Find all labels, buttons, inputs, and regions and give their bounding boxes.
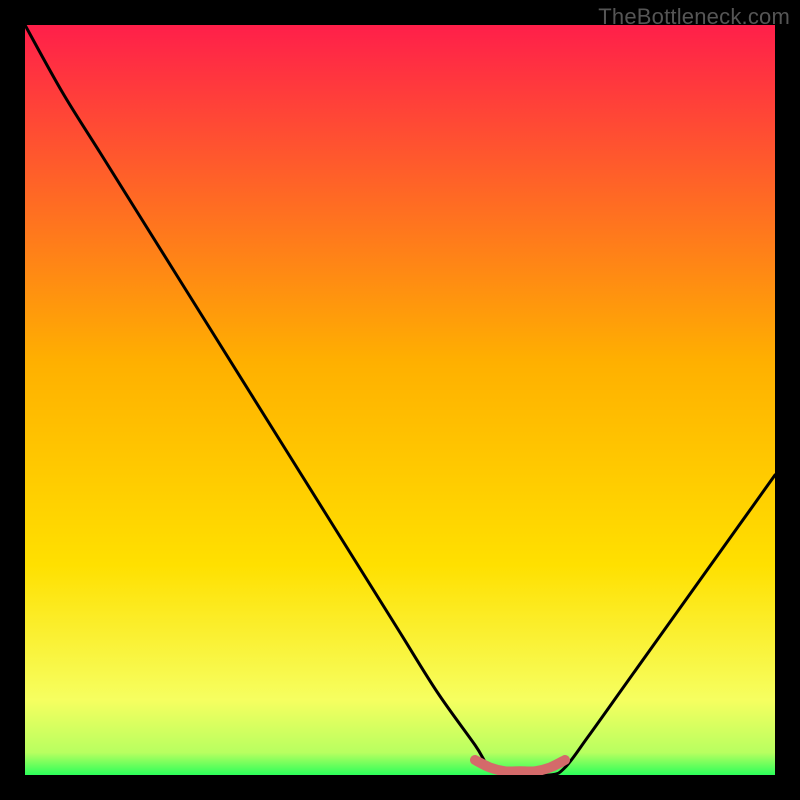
- chart-svg: [25, 25, 775, 775]
- plot-area: [25, 25, 775, 775]
- watermark-text: TheBottleneck.com: [598, 4, 790, 30]
- gradient-background: [25, 25, 775, 775]
- chart-frame: TheBottleneck.com: [0, 0, 800, 800]
